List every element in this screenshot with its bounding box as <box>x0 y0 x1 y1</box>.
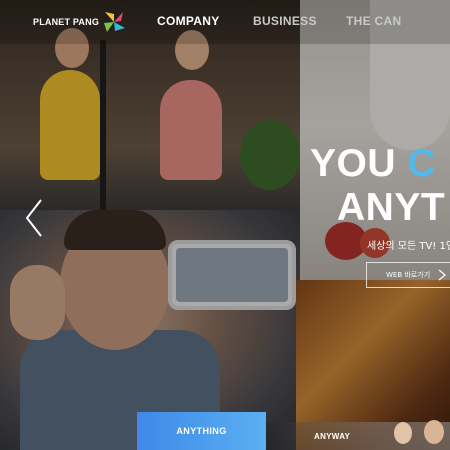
top-navigation-bar: PLANET PANG COMPANY BUSINESS THE CAN <box>0 0 450 44</box>
thumbnail-face <box>394 422 412 444</box>
tab-anyway-thumbnail <box>390 420 450 450</box>
tab-anyway[interactable]: ANYWAY <box>266 420 450 450</box>
nav-company[interactable]: COMPANY <box>157 14 220 30</box>
pinwheel-logo-icon <box>104 12 126 32</box>
chevron-right-icon <box>438 269 446 281</box>
tab-anyway-label: ANYWAY <box>314 432 351 441</box>
web-link-button-label: WEB 바로가기 <box>386 271 431 279</box>
brand-logo[interactable]: PLANET PANG <box>33 8 127 36</box>
web-link-button[interactable]: WEB 바로가기 <box>366 262 450 288</box>
tab-anything[interactable]: ANYTHING <box>137 412 266 450</box>
nav-the-can[interactable]: THE CAN <box>346 14 401 30</box>
hero-subtitle: 세상의 모든 TV! 1인 <box>367 241 450 252</box>
page: PLANET PANG COMPANY BUSINESS THE CAN YOU… <box>0 0 450 450</box>
thumbnail-face-second <box>424 420 444 444</box>
nav-business[interactable]: BUSINESS <box>253 14 317 30</box>
chevron-left-icon[interactable] <box>24 198 44 238</box>
hero-headline-line2: ANYT <box>337 186 446 229</box>
brand-name: PLANET PANG <box>33 17 100 27</box>
tab-anything-label: ANYTHING <box>176 426 227 436</box>
hero-headline-line1: YOU C <box>310 142 436 186</box>
hero-headline-accent: C <box>407 142 437 185</box>
hero-headline-white: YOU <box>310 142 408 185</box>
